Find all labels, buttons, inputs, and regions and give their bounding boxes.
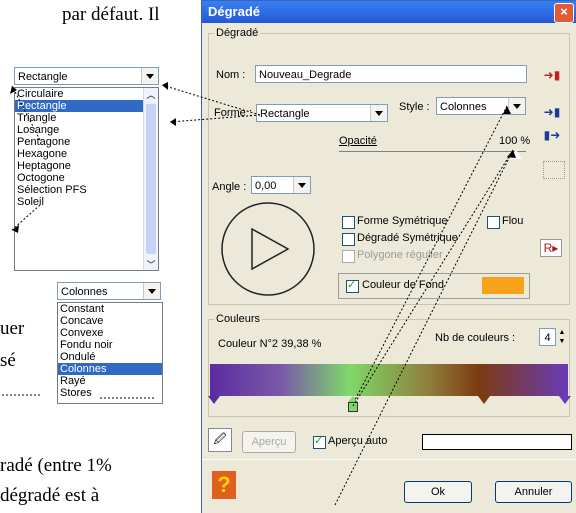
style-list: Constant Concave Convexe Fondu noir Ondulé Co… xyxy=(57,302,163,404)
forme-list-scrollbar[interactable]: ︿ ﹀ xyxy=(143,88,158,270)
dialog-title-bar: Dégradé xyxy=(202,1,576,23)
export-icon[interactable]: ▮➜ xyxy=(540,125,564,145)
angle-label: Angle : xyxy=(212,181,247,193)
apercu-auto-label: Aperçu auto xyxy=(328,435,388,447)
list-item[interactable]: Triangle xyxy=(15,112,158,124)
list-item[interactable]: Concave xyxy=(58,315,162,327)
copy-icon[interactable]: R▸ xyxy=(540,239,562,257)
opacite-track[interactable] xyxy=(339,151,526,152)
opacite-value: 100 % xyxy=(499,135,531,147)
chevron-down-icon[interactable] xyxy=(143,283,160,299)
degrade-symetrique-checkbox[interactable] xyxy=(342,233,355,246)
style-select-value: Colonnes xyxy=(440,101,487,113)
chevron-down-icon[interactable] xyxy=(141,68,158,84)
chevron-down-icon[interactable] xyxy=(370,105,387,121)
close-icon[interactable]: × xyxy=(554,3,574,23)
angle-select[interactable]: 0,00 xyxy=(251,176,311,194)
chevron-down-icon[interactable]: ﹀ xyxy=(144,258,158,270)
style-popup-combo[interactable]: Colonnes xyxy=(57,282,161,300)
apercu-auto-checkbox[interactable] xyxy=(313,434,326,449)
color-stop-1[interactable] xyxy=(208,396,220,404)
polygone-regulier-label: Polygone régulier xyxy=(357,249,443,261)
couleur-de-fond-label: Couleur de Fond xyxy=(362,279,444,291)
gradient-preview-bar[interactable] xyxy=(210,364,568,396)
chevron-down-icon[interactable] xyxy=(293,177,310,193)
style-popup: Colonnes Constant Concave Convexe Fondu noi… xyxy=(57,282,163,404)
style-popup-value: Colonnes xyxy=(61,286,108,298)
pipette-icon[interactable]: 🖉 xyxy=(208,428,232,452)
chevron-up-icon[interactable]: ︿ xyxy=(144,88,158,100)
list-item[interactable]: Stores xyxy=(58,387,162,399)
list-item[interactable]: Octogone xyxy=(15,172,158,184)
apercu-progress-bar xyxy=(422,434,572,450)
nb-couleurs-input[interactable]: 4 xyxy=(539,328,556,346)
nom-label: Nom : xyxy=(216,69,246,81)
angle-select-value: 0,00 xyxy=(255,180,277,192)
list-item[interactable]: Fondu noir xyxy=(58,339,162,351)
list-item[interactable]: Constant xyxy=(58,303,162,315)
degrade-symetrique-label: Dégradé Symétrique xyxy=(357,232,458,244)
help-icon[interactable]: ? xyxy=(212,471,236,499)
color-stop-4[interactable] xyxy=(559,396,571,404)
doc-text-line-5: dégradé est à xyxy=(0,485,100,506)
doc-text-line-1: par défaut. Il xyxy=(62,4,160,25)
list-item[interactable]: Sélection PFS xyxy=(15,184,158,196)
angle-dial[interactable] xyxy=(220,201,316,297)
list-item[interactable]: Circulaire xyxy=(15,88,158,100)
color-stop-2[interactable] xyxy=(348,396,358,412)
couleur-de-fond-swatch[interactable] xyxy=(482,277,524,294)
couleur-de-fond-checkbox[interactable] xyxy=(346,278,359,293)
couleurs-label: Couleurs xyxy=(214,313,263,325)
color-stop-3[interactable] xyxy=(478,396,490,404)
nom-input[interactable]: Nouveau_Degrade xyxy=(255,65,527,83)
list-item[interactable]: Ondulé xyxy=(58,351,162,363)
forme-select[interactable]: Rectangle xyxy=(256,104,388,122)
group-label: Dégradé xyxy=(214,27,261,39)
forme-list: Circulaire Rectangle Triangle Losange Pentag… xyxy=(14,87,159,271)
list-item[interactable]: Rayé xyxy=(58,375,162,387)
apercu-button[interactable]: Aperçu xyxy=(242,431,296,453)
list-item[interactable]: Colonnes xyxy=(58,363,162,375)
opacite-label: Opacité xyxy=(339,135,377,147)
doc-text-line-2: uer xyxy=(0,318,25,339)
opacite-slider-thumb[interactable] xyxy=(510,150,522,159)
forme-popup-value: Rectangle xyxy=(18,71,68,83)
annuler-button[interactable]: Annuler xyxy=(495,481,572,503)
style-select[interactable]: Colonnes xyxy=(436,97,526,115)
forme-popup: Rectangle Circulaire Rectangle Triangle Los… xyxy=(14,67,159,271)
forme-symetrique-checkbox[interactable] xyxy=(342,216,355,229)
forme-select-value: Rectangle xyxy=(260,108,310,120)
list-item[interactable]: Hexagone xyxy=(15,148,158,160)
doc-text-line-3: sé xyxy=(0,350,16,371)
forme-label: Forme : xyxy=(214,107,252,119)
degrade-dialog: Dégradé × Dégradé Nom : Nouveau_Degrade … xyxy=(201,0,576,513)
save-arrow-icon[interactable]: ➜▮ xyxy=(540,65,564,85)
forme-popup-combo[interactable]: Rectangle xyxy=(14,67,159,85)
style-label: Style : xyxy=(399,101,430,113)
ok-button[interactable]: Ok xyxy=(404,481,472,503)
list-item[interactable]: Losange xyxy=(15,124,158,136)
flou-label: Flou xyxy=(502,215,524,227)
nb-couleurs-label: Nb de couleurs : xyxy=(435,332,516,344)
list-item[interactable]: Soleil xyxy=(15,196,158,208)
dialog-title: Dégradé xyxy=(208,4,261,19)
doc-text-line-4: radé (entre 1% xyxy=(0,455,112,476)
couleur-n-info: Couleur N°2 39,38 % xyxy=(218,338,322,350)
list-item[interactable]: Heptagone xyxy=(15,160,158,172)
list-item[interactable]: Convexe xyxy=(58,327,162,339)
load-arrow-icon[interactable]: ➜▮ xyxy=(540,102,564,122)
polygone-regulier-checkbox[interactable] xyxy=(342,250,355,263)
list-item[interactable]: Pentagone xyxy=(15,136,158,148)
forme-symetrique-label: Forme Symétrique xyxy=(357,215,448,227)
nb-couleurs-spinner[interactable]: ▲ ▼ xyxy=(557,328,567,346)
flou-checkbox[interactable] xyxy=(487,216,500,229)
list-item[interactable]: Rectangle xyxy=(15,100,158,112)
blank-icon[interactable] xyxy=(543,161,565,179)
chevron-down-icon[interactable] xyxy=(508,98,525,114)
